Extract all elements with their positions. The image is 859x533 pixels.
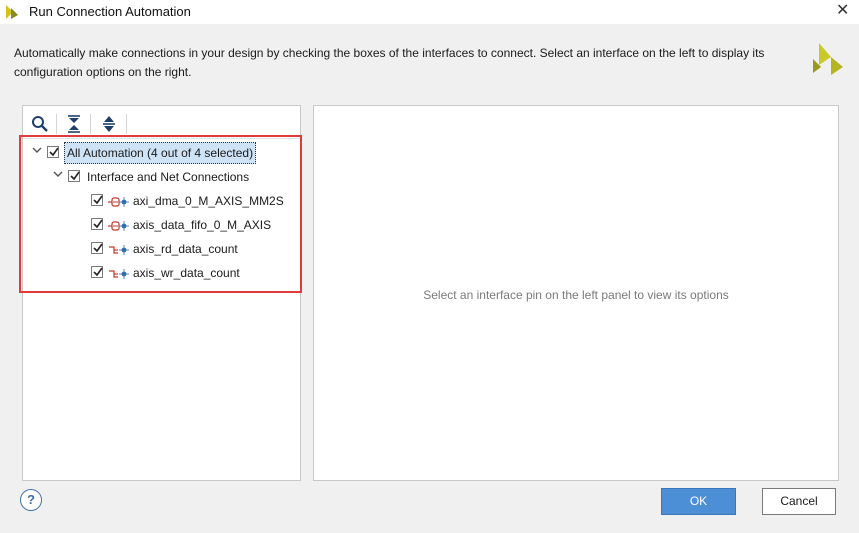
bus-interface-icon bbox=[108, 194, 130, 216]
checkbox-net[interactable] bbox=[91, 266, 103, 278]
toolbar-divider bbox=[23, 138, 300, 139]
toolbar-separator bbox=[126, 114, 127, 134]
tree-row-interface[interactable]: axis_data_fifo_0_M_AXIS bbox=[23, 214, 300, 236]
tree-row-all-automation[interactable]: All Automation (4 out of 4 selected) bbox=[23, 142, 300, 164]
search-icon[interactable] bbox=[31, 115, 51, 133]
toolbar-separator bbox=[56, 114, 57, 134]
net-pin-icon bbox=[108, 266, 130, 288]
tree-label-interface-net: Interface and Net Connections bbox=[87, 170, 250, 184]
ok-button[interactable]: OK bbox=[661, 488, 736, 515]
net-pin-icon bbox=[108, 242, 130, 264]
cancel-button[interactable]: Cancel bbox=[762, 488, 836, 515]
toolbar-separator bbox=[90, 114, 91, 134]
tree-row-net[interactable]: axis_wr_data_count bbox=[23, 262, 300, 284]
tree-row-net[interactable]: axis_rd_data_count bbox=[23, 238, 300, 260]
tree-label-interface: axis_data_fifo_0_M_AXIS bbox=[133, 218, 272, 232]
options-placeholder-text: Select an interface pin on the left pane… bbox=[423, 288, 729, 302]
tree-toolbar bbox=[23, 106, 300, 138]
tree-label-net: axis_rd_data_count bbox=[133, 242, 238, 256]
tree-row-interface-net[interactable]: Interface and Net Connections bbox=[23, 166, 300, 188]
window-title: Run Connection Automation bbox=[29, 4, 191, 19]
expand-all-icon[interactable] bbox=[100, 115, 120, 133]
title-bar: Run Connection Automation ✕ bbox=[0, 0, 859, 24]
tree-row-interface[interactable]: axi_dma_0_M_AXIS_MM2S bbox=[23, 190, 300, 212]
bus-interface-icon bbox=[108, 218, 130, 240]
checkbox-interface-net[interactable] bbox=[68, 170, 80, 182]
vivado-app-icon bbox=[6, 5, 22, 22]
tree-label-net: axis_wr_data_count bbox=[133, 266, 240, 280]
help-button[interactable]: ? bbox=[20, 489, 42, 511]
checkbox-net[interactable] bbox=[91, 242, 103, 254]
dialog-description: Automatically make connections in your d… bbox=[14, 46, 765, 79]
options-panel: Select an interface pin on the left pane… bbox=[313, 105, 839, 481]
automation-tree-panel: All Automation (4 out of 4 selected) Int… bbox=[22, 105, 301, 481]
chevron-down-icon[interactable] bbox=[32, 142, 42, 164]
checkbox-interface[interactable] bbox=[91, 218, 103, 230]
chevron-down-icon[interactable] bbox=[53, 166, 63, 188]
xilinx-logo-icon bbox=[811, 43, 843, 78]
checkbox-all-automation[interactable] bbox=[47, 146, 59, 158]
tree-label-all-automation: All Automation (4 out of 4 selected) bbox=[64, 142, 257, 164]
tree-label-interface: axi_dma_0_M_AXIS_MM2S bbox=[133, 194, 284, 208]
checkbox-interface[interactable] bbox=[91, 194, 103, 206]
close-icon[interactable]: ✕ bbox=[836, 3, 849, 19]
collapse-all-icon[interactable] bbox=[65, 115, 85, 133]
